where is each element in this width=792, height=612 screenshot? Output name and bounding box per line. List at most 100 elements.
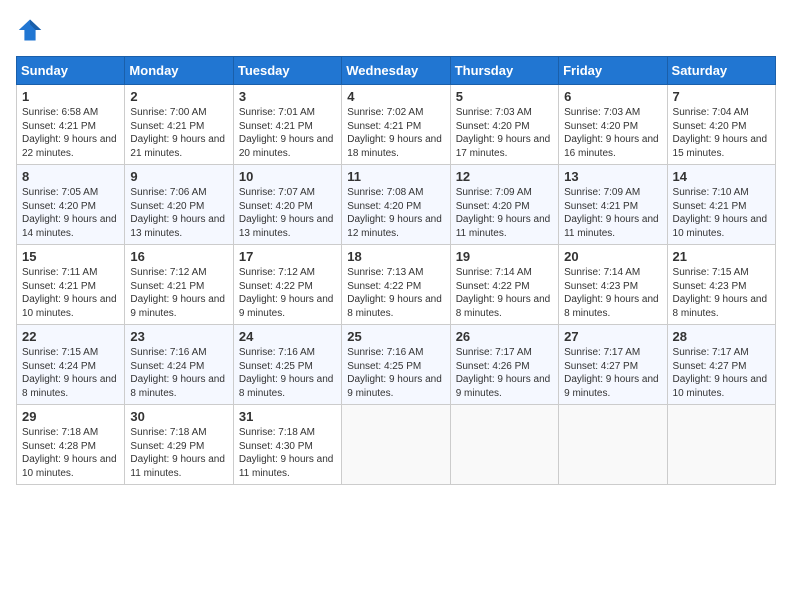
day-number: 18 bbox=[347, 249, 444, 264]
calendar-cell: 27 Sunrise: 7:17 AMSunset: 4:27 PMDayligh… bbox=[559, 325, 667, 405]
day-number: 10 bbox=[239, 169, 336, 184]
calendar-week-5: 29 Sunrise: 7:18 AMSunset: 4:28 PMDayligh… bbox=[17, 405, 776, 485]
calendar-cell: 5Sunrise: 7:03 AMSunset: 4:20 PMDaylight… bbox=[450, 85, 558, 165]
day-number: 14 bbox=[673, 169, 770, 184]
day-number: 29 bbox=[22, 409, 119, 424]
calendar-week-4: 22Sunrise: 7:15 AMSunset: 4:24 PMDayligh… bbox=[17, 325, 776, 405]
calendar-cell: 21 Sunrise: 7:15 AMSunset: 4:23 PMDayligh… bbox=[667, 245, 775, 325]
cell-content: Sunrise: 7:17 AMSunset: 4:27 PMDaylight:… bbox=[673, 346, 770, 400]
cell-content: Sunrise: 7:03 AMSunset: 4:20 PMDaylight:… bbox=[564, 106, 661, 160]
calendar-cell: 11Sunrise: 7:08 AMSunset: 4:20 PMDayligh… bbox=[342, 165, 450, 245]
cell-content: Sunrise: 7:09 AMSunset: 4:21 PMDaylight:… bbox=[564, 186, 661, 240]
calendar-header-sunday: Sunday bbox=[17, 57, 125, 85]
calendar-header-thursday: Thursday bbox=[450, 57, 558, 85]
calendar-cell: 16 Sunrise: 7:12 AMSunset: 4:21 PMDayligh… bbox=[125, 245, 233, 325]
calendar-cell: 28 Sunrise: 7:17 AMSunset: 4:27 PMDayligh… bbox=[667, 325, 775, 405]
cell-content: Sunrise: 7:18 AMSunset: 4:30 PMDaylight:… bbox=[239, 426, 336, 480]
day-number: 17 bbox=[239, 249, 336, 264]
calendar-week-1: 1 Sunrise: 6:58 AMSunset: 4:21 PMDaylight… bbox=[17, 85, 776, 165]
calendar-header-row: SundayMondayTuesdayWednesdayThursdayFrid… bbox=[17, 57, 776, 85]
cell-content: Sunrise: 7:16 AMSunset: 4:25 PMDaylight:… bbox=[347, 346, 444, 400]
cell-content: Sunrise: 7:14 AMSunset: 4:22 PMDaylight:… bbox=[456, 266, 553, 320]
day-number: 8 bbox=[22, 169, 119, 184]
day-number: 4 bbox=[347, 89, 444, 104]
cell-content: Sunrise: 7:16 AMSunset: 4:25 PMDaylight:… bbox=[239, 346, 336, 400]
day-number: 2 bbox=[130, 89, 227, 104]
calendar-header-monday: Monday bbox=[125, 57, 233, 85]
calendar-cell: 26Sunrise: 7:17 AMSunset: 4:26 PMDayligh… bbox=[450, 325, 558, 405]
day-number: 19 bbox=[456, 249, 553, 264]
day-number: 16 bbox=[130, 249, 227, 264]
day-number: 1 bbox=[22, 89, 119, 104]
calendar-cell: 24 Sunrise: 7:16 AMSunset: 4:25 PMDayligh… bbox=[233, 325, 341, 405]
calendar-cell: 7Sunrise: 7:04 AMSunset: 4:20 PMDaylight… bbox=[667, 85, 775, 165]
page-header bbox=[16, 16, 776, 44]
calendar-table: SundayMondayTuesdayWednesdayThursdayFrid… bbox=[16, 56, 776, 485]
cell-content: Sunrise: 7:00 AMSunset: 4:21 PMDaylight:… bbox=[130, 106, 227, 160]
day-number: 20 bbox=[564, 249, 661, 264]
day-number: 9 bbox=[130, 169, 227, 184]
calendar-cell: 3 Sunrise: 7:01 AMSunset: 4:21 PMDaylight… bbox=[233, 85, 341, 165]
day-number: 23 bbox=[130, 329, 227, 344]
day-number: 7 bbox=[673, 89, 770, 104]
calendar-cell: 15 Sunrise: 7:11 AMSunset: 4:21 PMDayligh… bbox=[17, 245, 125, 325]
calendar-cell bbox=[667, 405, 775, 485]
calendar-cell: 4 Sunrise: 7:02 AMSunset: 4:21 PMDaylight… bbox=[342, 85, 450, 165]
day-number: 28 bbox=[673, 329, 770, 344]
calendar-cell: 14Sunrise: 7:10 AMSunset: 4:21 PMDayligh… bbox=[667, 165, 775, 245]
cell-content: Sunrise: 7:09 AMSunset: 4:20 PMDaylight:… bbox=[456, 186, 553, 240]
cell-content: Sunrise: 7:17 AMSunset: 4:27 PMDaylight:… bbox=[564, 346, 661, 400]
cell-content: Sunrise: 7:15 AMSunset: 4:23 PMDaylight:… bbox=[673, 266, 770, 320]
cell-content: Sunrise: 7:06 AMSunset: 4:20 PMDaylight:… bbox=[130, 186, 227, 240]
calendar-cell: 17Sunrise: 7:12 AMSunset: 4:22 PMDayligh… bbox=[233, 245, 341, 325]
calendar-cell bbox=[450, 405, 558, 485]
calendar-cell: 2 Sunrise: 7:00 AMSunset: 4:21 PMDaylight… bbox=[125, 85, 233, 165]
logo-icon bbox=[16, 16, 44, 44]
cell-content: Sunrise: 7:08 AMSunset: 4:20 PMDaylight:… bbox=[347, 186, 444, 240]
cell-content: Sunrise: 7:12 AMSunset: 4:21 PMDaylight:… bbox=[130, 266, 227, 320]
cell-content: Sunrise: 7:18 AMSunset: 4:28 PMDaylight:… bbox=[22, 426, 119, 480]
day-number: 24 bbox=[239, 329, 336, 344]
calendar-cell: 29 Sunrise: 7:18 AMSunset: 4:28 PMDayligh… bbox=[17, 405, 125, 485]
cell-content: Sunrise: 6:58 AMSunset: 4:21 PMDaylight:… bbox=[22, 106, 119, 160]
cell-content: Sunrise: 7:16 AMSunset: 4:24 PMDaylight:… bbox=[130, 346, 227, 400]
day-number: 30 bbox=[130, 409, 227, 424]
day-number: 15 bbox=[22, 249, 119, 264]
calendar-cell: 18 Sunrise: 7:13 AMSunset: 4:22 PMDayligh… bbox=[342, 245, 450, 325]
cell-content: Sunrise: 7:13 AMSunset: 4:22 PMDaylight:… bbox=[347, 266, 444, 320]
calendar-cell: 8 Sunrise: 7:05 AMSunset: 4:20 PMDaylight… bbox=[17, 165, 125, 245]
cell-content: Sunrise: 7:11 AMSunset: 4:21 PMDaylight:… bbox=[22, 266, 119, 320]
calendar-week-2: 8 Sunrise: 7:05 AMSunset: 4:20 PMDaylight… bbox=[17, 165, 776, 245]
calendar-cell bbox=[342, 405, 450, 485]
day-number: 6 bbox=[564, 89, 661, 104]
calendar-cell: 20 Sunrise: 7:14 AMSunset: 4:23 PMDayligh… bbox=[559, 245, 667, 325]
cell-content: Sunrise: 7:05 AMSunset: 4:20 PMDaylight:… bbox=[22, 186, 119, 240]
calendar-cell: 10 Sunrise: 7:07 AMSunset: 4:20 PMDayligh… bbox=[233, 165, 341, 245]
calendar-cell: 23 Sunrise: 7:16 AMSunset: 4:24 PMDayligh… bbox=[125, 325, 233, 405]
cell-content: Sunrise: 7:01 AMSunset: 4:21 PMDaylight:… bbox=[239, 106, 336, 160]
calendar-cell: 13 Sunrise: 7:09 AMSunset: 4:21 PMDayligh… bbox=[559, 165, 667, 245]
day-number: 13 bbox=[564, 169, 661, 184]
calendar-cell: 19 Sunrise: 7:14 AMSunset: 4:22 PMDayligh… bbox=[450, 245, 558, 325]
calendar-cell: 6 Sunrise: 7:03 AMSunset: 4:20 PMDaylight… bbox=[559, 85, 667, 165]
calendar-cell: 1 Sunrise: 6:58 AMSunset: 4:21 PMDaylight… bbox=[17, 85, 125, 165]
cell-content: Sunrise: 7:02 AMSunset: 4:21 PMDaylight:… bbox=[347, 106, 444, 160]
cell-content: Sunrise: 7:14 AMSunset: 4:23 PMDaylight:… bbox=[564, 266, 661, 320]
calendar-cell: 31 Sunrise: 7:18 AMSunset: 4:30 PMDayligh… bbox=[233, 405, 341, 485]
day-number: 12 bbox=[456, 169, 553, 184]
calendar-cell: 9 Sunrise: 7:06 AMSunset: 4:20 PMDaylight… bbox=[125, 165, 233, 245]
calendar-cell: 30Sunrise: 7:18 AMSunset: 4:29 PMDayligh… bbox=[125, 405, 233, 485]
day-number: 27 bbox=[564, 329, 661, 344]
calendar-week-3: 15 Sunrise: 7:11 AMSunset: 4:21 PMDayligh… bbox=[17, 245, 776, 325]
cell-content: Sunrise: 7:07 AMSunset: 4:20 PMDaylight:… bbox=[239, 186, 336, 240]
calendar-header-wednesday: Wednesday bbox=[342, 57, 450, 85]
calendar-header-tuesday: Tuesday bbox=[233, 57, 341, 85]
day-number: 3 bbox=[239, 89, 336, 104]
day-number: 5 bbox=[456, 89, 553, 104]
day-number: 31 bbox=[239, 409, 336, 424]
day-number: 25 bbox=[347, 329, 444, 344]
day-number: 21 bbox=[673, 249, 770, 264]
calendar-cell: 12 Sunrise: 7:09 AMSunset: 4:20 PMDayligh… bbox=[450, 165, 558, 245]
logo bbox=[16, 16, 48, 44]
calendar-header-friday: Friday bbox=[559, 57, 667, 85]
